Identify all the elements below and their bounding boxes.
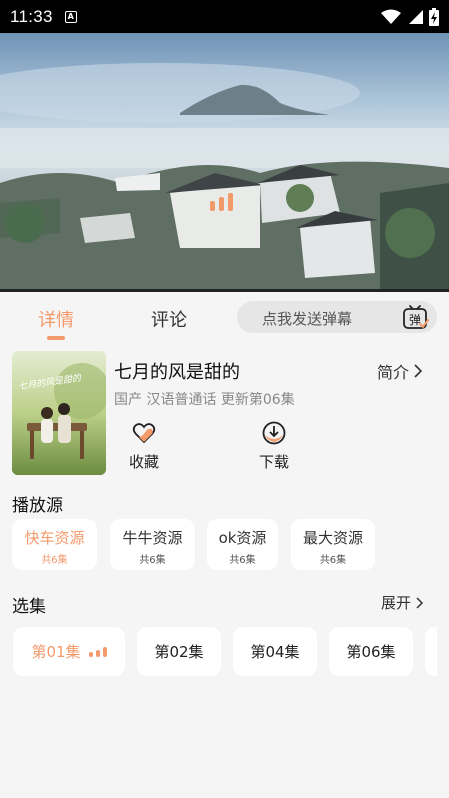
danmaku-input[interactable]: 点我发送弹幕 弹: [237, 301, 437, 333]
source-name: ok资源: [218, 529, 267, 547]
source-count: 共6集: [41, 555, 68, 566]
video-player[interactable]: [0, 33, 449, 290]
download-button[interactable]: 下载: [249, 421, 299, 472]
tab-comments[interactable]: 评论: [151, 306, 187, 332]
tab-indicator: [47, 336, 65, 340]
download-label: 下载: [258, 453, 289, 471]
signal-icon: [409, 9, 423, 24]
chevron-right-icon: [416, 596, 424, 609]
download-icon: [262, 421, 286, 445]
episode-item[interactable]: 第01集: [13, 627, 125, 676]
tab-details[interactable]: 详情: [38, 306, 74, 332]
episode-item[interactable]: 第04集: [233, 627, 317, 676]
source-name: 最大资源: [302, 529, 363, 547]
status-icons: [381, 7, 439, 26]
episode-label: 第02集: [154, 643, 204, 661]
sources-title: 播放源: [12, 496, 63, 516]
danmaku-icon-label: 弹: [409, 313, 421, 327]
expand-button[interactable]: 展开: [381, 592, 424, 613]
episode-label: 第04集: [250, 643, 300, 661]
source-card[interactable]: ok资源 共6集: [207, 519, 278, 570]
notification-a-icon: A: [64, 10, 77, 23]
intro-label: 简介: [377, 363, 410, 382]
poster-image: [12, 351, 106, 475]
battery-icon: [429, 7, 439, 26]
episode-item[interactable]: 第02集: [137, 627, 221, 676]
playing-indicator-icon: [88, 646, 107, 657]
source-card[interactable]: 最大资源 共6集: [291, 519, 375, 570]
source-name: 牛牛资源: [122, 529, 183, 547]
intro-button[interactable]: 简介: [377, 359, 423, 383]
episode-label: 第01集: [31, 643, 81, 661]
status-bar: 11:33 A: [0, 0, 449, 33]
favorite-button[interactable]: 收藏: [119, 421, 169, 472]
status-time: 11:33: [10, 6, 53, 26]
danmaku-toggle-icon[interactable]: 弹: [401, 303, 429, 331]
episode-label: 第06集: [346, 643, 396, 661]
source-card[interactable]: 牛牛资源 共6集: [110, 519, 195, 570]
video-frame: [0, 63, 449, 290]
favorite-label: 收藏: [128, 453, 159, 471]
expand-label: 展开: [381, 594, 412, 612]
episodes-title: 选集: [12, 597, 46, 617]
source-name: 快车资源: [24, 529, 85, 547]
source-card[interactable]: 快车资源 共6集: [12, 519, 97, 570]
show-title: 七月的风是甜的: [114, 362, 240, 383]
show-poster[interactable]: 七月的风是甜的: [12, 351, 106, 475]
episode-item[interactable]: 第06集: [329, 627, 413, 676]
wifi-icon: [381, 9, 401, 24]
heart-icon: [132, 423, 156, 444]
loading-indicator: [210, 193, 233, 211]
episode-item-partial[interactable]: [425, 627, 437, 676]
source-count: 共6集: [319, 555, 347, 566]
source-count: 共6集: [229, 555, 256, 566]
source-count: 共6集: [139, 555, 166, 566]
chevron-right-icon: [414, 364, 423, 378]
show-meta: 国产 汉语普通话 更新第06集: [114, 392, 295, 408]
danmaku-placeholder: 点我发送弹幕: [262, 310, 353, 328]
